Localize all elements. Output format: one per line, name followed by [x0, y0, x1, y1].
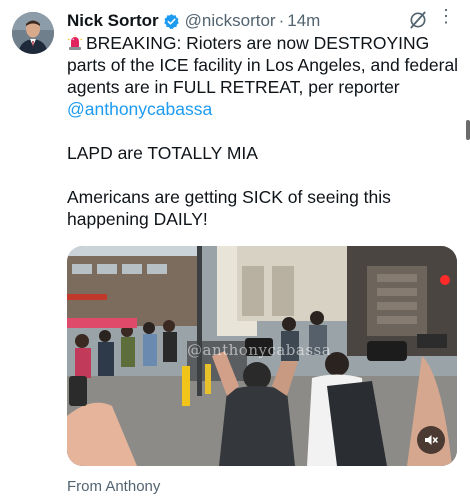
tweet-timestamp[interactable]: 14m — [287, 11, 320, 31]
verified-badge-icon — [163, 13, 180, 30]
tweet-video[interactable]: @anthonycabassa — [67, 246, 457, 466]
video-watermark: @anthonycabassa — [187, 341, 332, 359]
author-avatar[interactable] — [12, 12, 54, 54]
tweet-text-part2: LAPD are TOTALLY MIA Americans are getti… — [67, 143, 391, 229]
mute-button[interactable] — [417, 426, 445, 454]
tweet-text: BREAKING: Rioters are now DESTROYING par… — [67, 32, 459, 230]
police-light-icon — [67, 34, 83, 50]
tweet-header: Nick Sortor @nicksortor · 14m — [67, 9, 454, 33]
scrollbar-thumb[interactable] — [466, 120, 470, 140]
tweet-text-part1: BREAKING: Rioters are now DESTROYING par… — [67, 33, 463, 97]
mention-link[interactable]: @anthonycabassa — [67, 99, 212, 119]
author-name[interactable]: Nick Sortor — [67, 11, 159, 31]
more-options-button[interactable]: ⋮ — [437, 6, 456, 27]
separator-dot: · — [278, 11, 285, 30]
media-source-label[interactable]: From Anthony — [67, 478, 160, 495]
grok-icon[interactable] — [408, 10, 428, 30]
author-handle[interactable]: @nicksortor — [185, 11, 276, 31]
speaker-muted-icon — [425, 435, 438, 445]
